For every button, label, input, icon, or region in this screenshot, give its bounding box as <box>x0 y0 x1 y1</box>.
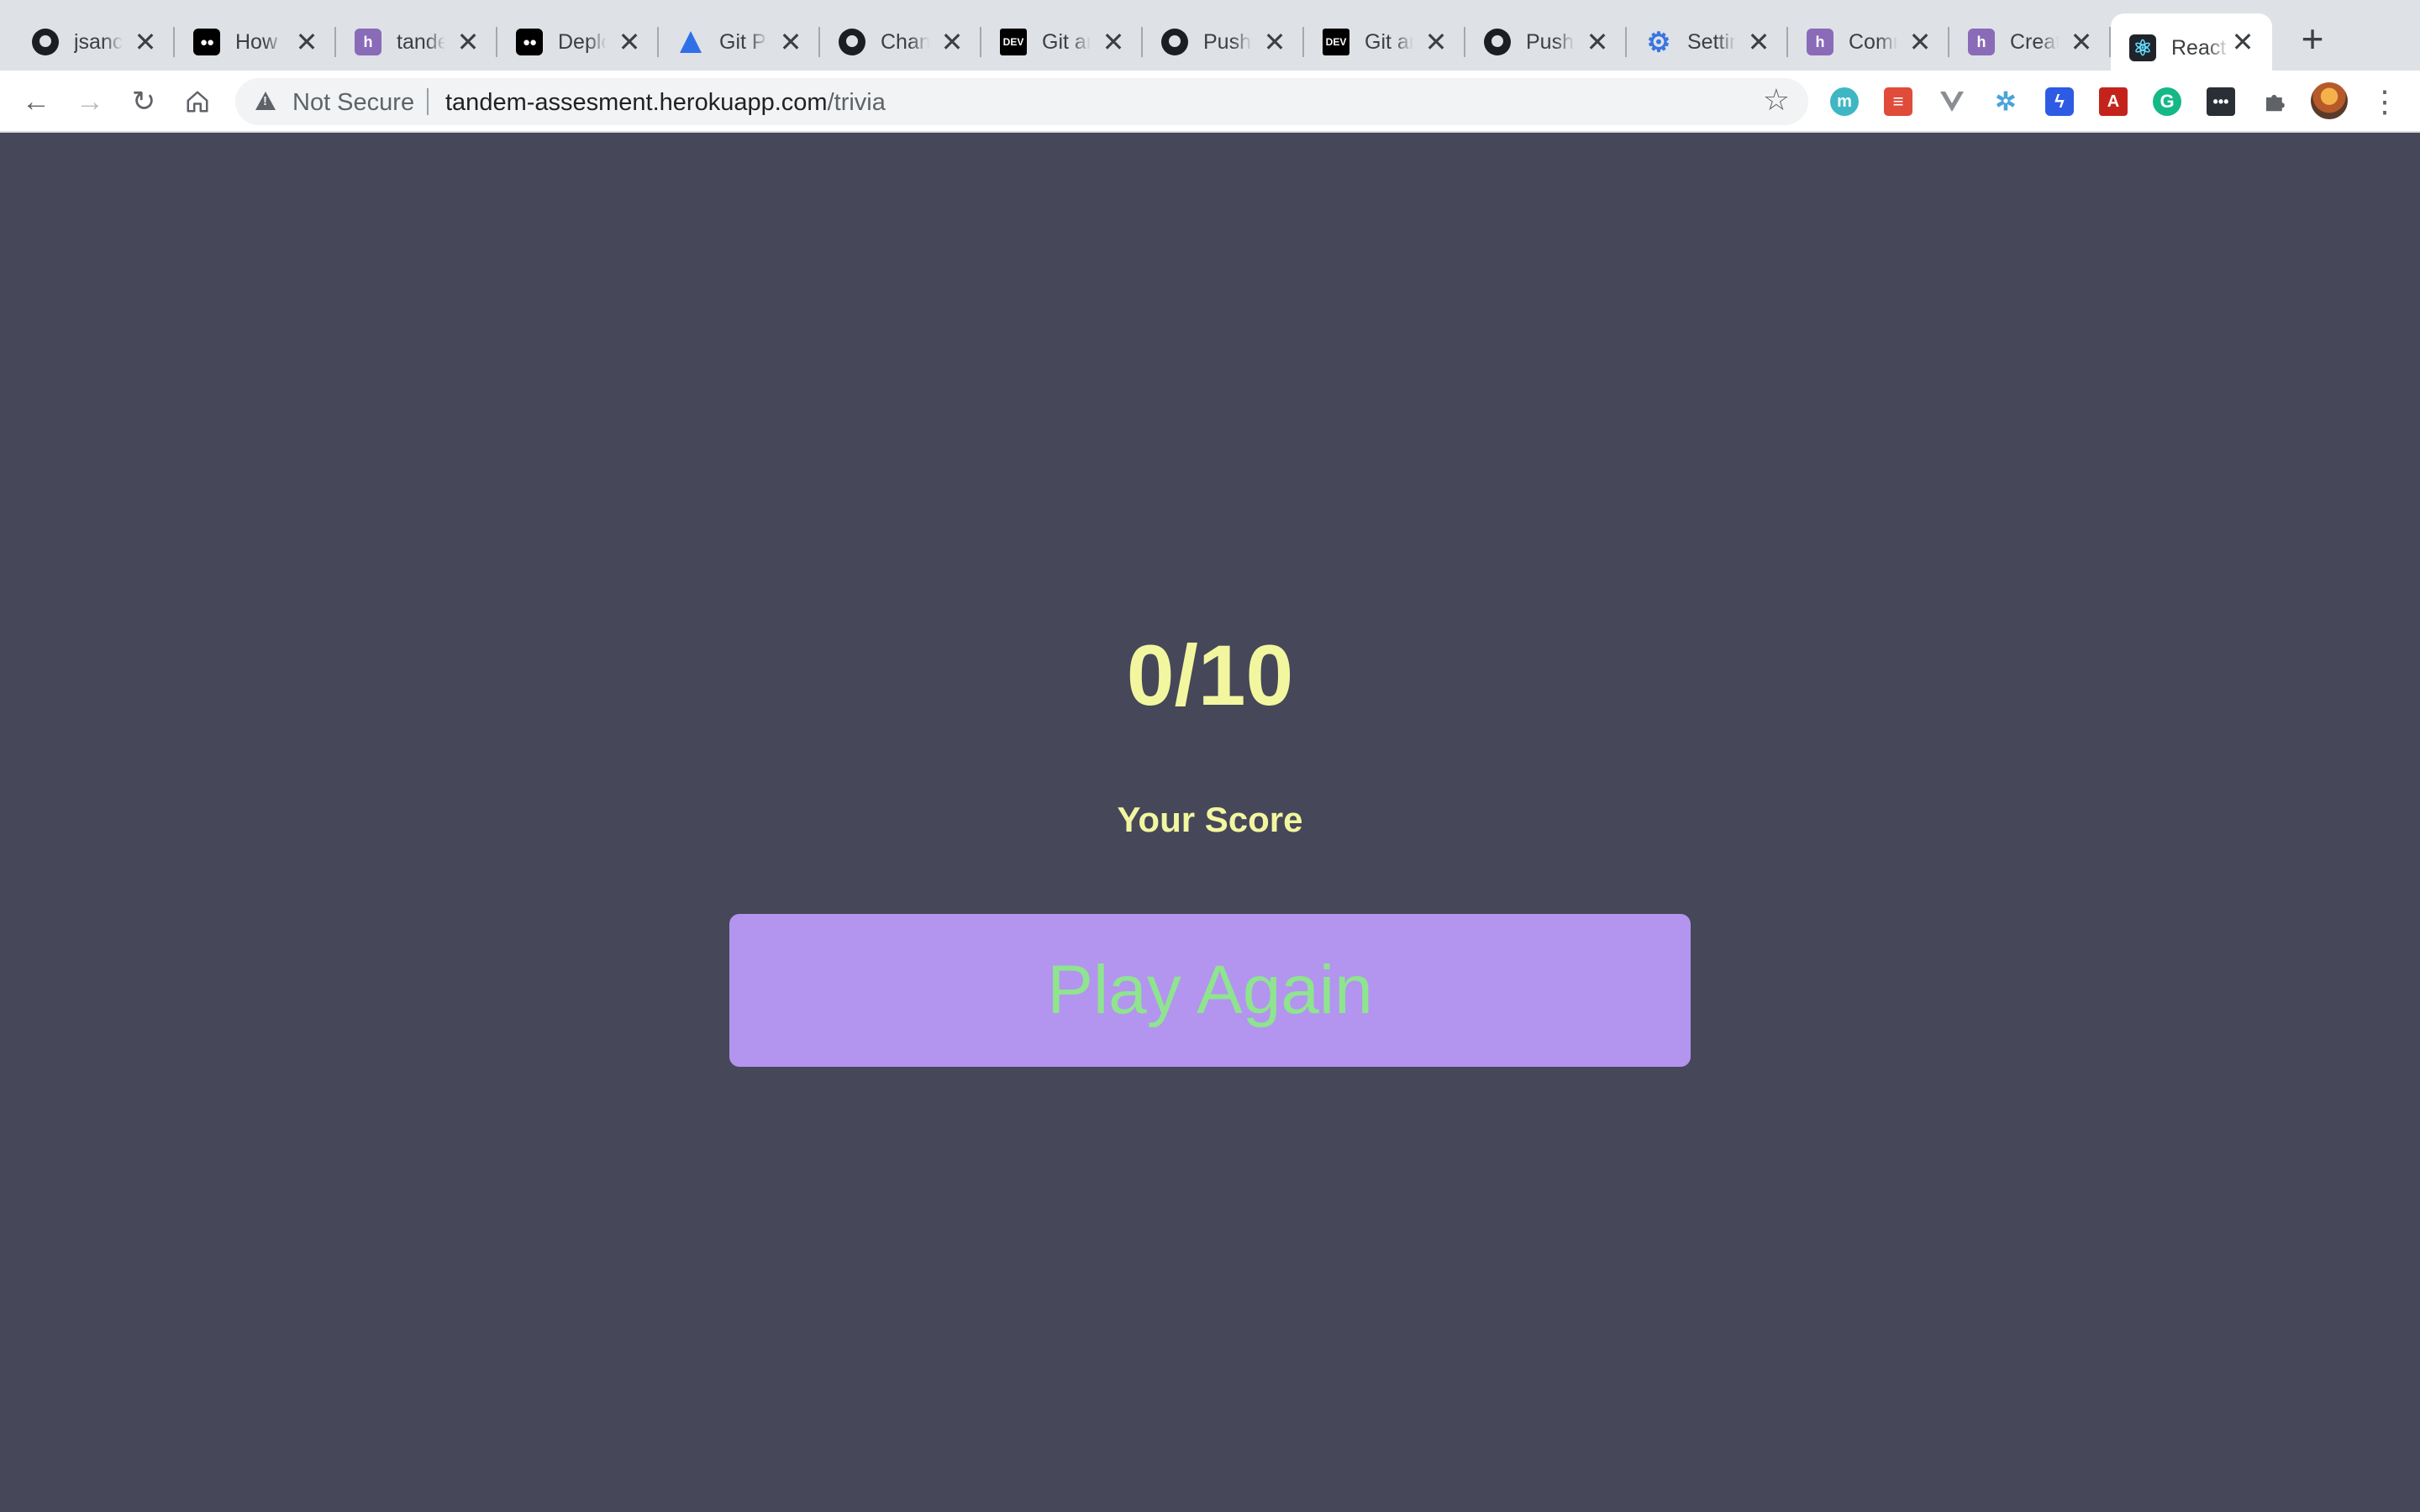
tab-title: Git and <box>1042 29 1091 54</box>
heroku-icon: h <box>1807 29 1833 55</box>
security-status[interactable]: Not Secure <box>292 89 414 117</box>
browser-tab[interactable]: DEV Git and ✕ <box>981 13 1143 71</box>
browser-menu-button[interactable]: ⋮ <box>2368 81 2402 123</box>
tab-close-icon[interactable]: ✕ <box>1583 28 1612 56</box>
m-icon[interactable]: m <box>1830 87 1859 116</box>
url-host: tandem-assesment.herokuapp.com <box>445 89 828 116</box>
tab-close-icon[interactable]: ✕ <box>454 28 482 56</box>
dev-icon: DEV <box>1323 29 1349 55</box>
bookmark-star-icon[interactable]: ☆ <box>1763 85 1790 115</box>
browser-tab[interactable]: htandem ✕ <box>336 13 497 71</box>
messenger-icon[interactable]: ϟ <box>2045 87 2074 116</box>
browser-tab[interactable]: DEV Git and ✕ <box>1304 13 1465 71</box>
tab-title: How to <box>235 29 284 54</box>
tab-close-icon[interactable]: ✕ <box>2228 28 2257 56</box>
tab-close-icon[interactable]: ✕ <box>1744 28 1773 56</box>
browser-tab[interactable]: Pushing ✕ <box>1143 13 1304 71</box>
back-arrow-icon: ← <box>22 86 50 118</box>
browser-tab[interactable]: jsanchez ✕ <box>13 13 175 71</box>
warning-icon <box>255 92 276 110</box>
puzzle-icon[interactable] <box>2260 87 2289 116</box>
address-bar[interactable]: Not Secure tandem-assesment.herokuapp.co… <box>235 78 1808 125</box>
github-icon <box>839 29 865 55</box>
vue-icon[interactable] <box>1938 87 1966 116</box>
tab-title: Git Push <box>719 29 768 54</box>
browser-tab[interactable]: Pushing ✕ <box>1465 13 1627 71</box>
url-path: /trivia <box>827 89 886 116</box>
acrobat-icon[interactable]: A <box>2099 87 2128 116</box>
atlassian-icon <box>677 29 704 55</box>
tab-close-icon[interactable]: ✕ <box>615 28 644 56</box>
score-label: Your Score <box>1117 800 1303 839</box>
tab-close-icon[interactable]: ✕ <box>292 28 321 56</box>
medium-icon: ●● <box>193 29 220 55</box>
tab-title: Git and <box>1365 29 1413 54</box>
trivia-result-page: 0/10 Your Score Play Again <box>0 133 2420 1512</box>
url-text[interactable]: tandem-assesment.herokuapp.com/trivia <box>445 89 886 117</box>
reload-button[interactable]: ↻ <box>123 81 165 123</box>
tab-title: React <box>2171 35 2227 60</box>
tab-close-icon[interactable]: ✕ <box>1422 28 1450 56</box>
browser-tab[interactable]: ⚙ Settings ✕ <box>1627 13 1788 71</box>
tab-title: Pushing <box>1203 29 1252 54</box>
tab-title: Create <box>2010 29 2059 54</box>
gear-icon: ⚙ <box>1646 27 1671 57</box>
home-icon <box>187 91 208 113</box>
profile-avatar[interactable] <box>2311 82 2348 119</box>
heroku-icon: h <box>1968 29 1995 55</box>
back-button[interactable]: ← <box>15 81 57 123</box>
github-icon <box>1161 29 1188 55</box>
tab-close-icon[interactable]: ✕ <box>1099 28 1128 56</box>
tab-title: Deploy <box>558 29 607 54</box>
tab-title: Pushing <box>1526 29 1575 54</box>
browser-toolbar: ← → ↻ Not Secure tandem-assesment.heroku… <box>0 71 2420 133</box>
new-tab-button[interactable]: + <box>2292 18 2333 59</box>
home-button[interactable] <box>176 81 218 123</box>
play-again-button[interactable]: Play Again <box>729 914 1691 1067</box>
browser-tab[interactable]: h Commands ✕ <box>1788 13 1949 71</box>
github-icon <box>1484 29 1511 55</box>
tab-close-icon[interactable]: ✕ <box>1260 28 1289 56</box>
forward-button[interactable]: → <box>69 81 111 123</box>
react-icon: ⚛ <box>2129 34 2156 61</box>
browser-tab[interactable]: ●● Deploy ✕ <box>497 13 659 71</box>
password-icon[interactable]: ••• <box>2207 87 2235 116</box>
network-icon[interactable]: ✲ <box>1991 87 2020 116</box>
github-icon <box>32 29 59 55</box>
tab-title: Settings <box>1687 29 1736 54</box>
grammarly-icon[interactable]: G <box>2153 87 2181 116</box>
tab-title: tandem <box>397 29 445 54</box>
forward-arrow-icon: → <box>76 86 104 118</box>
tab-title: Change <box>881 29 929 54</box>
reload-icon: ↻ <box>131 86 156 118</box>
tab-title: jsanchez <box>74 29 123 54</box>
tab-title: Commands <box>1849 29 1897 54</box>
browser-tab[interactable]: ●● How to ✕ <box>175 13 336 71</box>
tab-close-icon[interactable]: ✕ <box>2067 28 2096 56</box>
tab-close-icon[interactable]: ✕ <box>131 28 160 56</box>
tab-close-icon[interactable]: ✕ <box>938 28 966 56</box>
todoist-icon[interactable]: ≡ <box>1884 87 1912 116</box>
browser-tab[interactable]: Change ✕ <box>820 13 981 71</box>
heroku-icon: h <box>355 29 381 55</box>
score-value: 0/10 <box>1126 627 1294 723</box>
omnibox-divider <box>427 88 429 115</box>
medium-icon: ●● <box>516 29 543 55</box>
browser-tab[interactable]: h Create ✕ <box>1949 13 2111 71</box>
browser-tab[interactable]: Git Push ✕ <box>659 13 820 71</box>
dev-icon: DEV <box>1000 29 1027 55</box>
tab-close-icon[interactable]: ✕ <box>1906 28 1934 56</box>
tab-close-icon[interactable]: ✕ <box>776 28 805 56</box>
